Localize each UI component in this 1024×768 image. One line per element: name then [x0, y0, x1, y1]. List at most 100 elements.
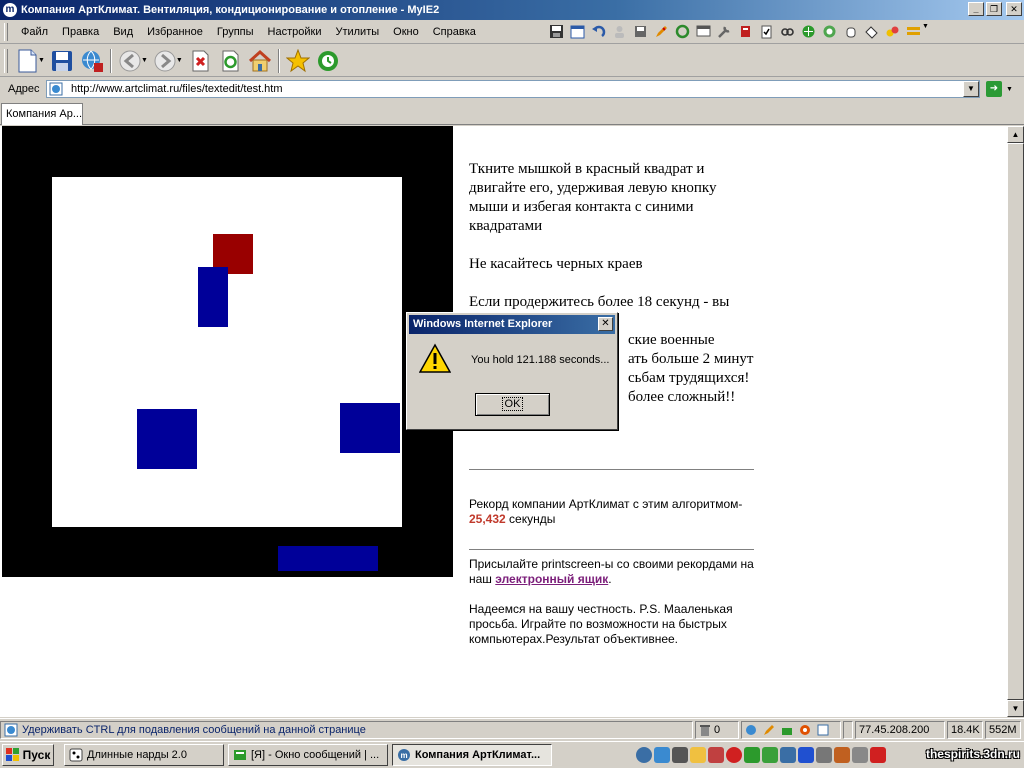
- menu-file[interactable]: Файл: [14, 26, 55, 38]
- folder-icon[interactable]: [690, 747, 706, 763]
- network-icon[interactable]: [745, 724, 757, 736]
- monitor-icon[interactable]: [780, 747, 796, 763]
- ip-cell: 77.45.208.200: [855, 720, 945, 739]
- task-button[interactable]: m Компания АртКлимат...: [392, 744, 552, 766]
- chevron-down-icon[interactable]: ▼: [176, 57, 183, 64]
- menu-groups[interactable]: Группы: [210, 26, 261, 38]
- window-controls: _ ❐ ✕: [968, 2, 1022, 16]
- gear-icon[interactable]: [799, 724, 811, 736]
- popup-blocker-cell[interactable]: 0: [695, 720, 739, 739]
- web-save-button[interactable]: [77, 47, 107, 75]
- pen-icon[interactable]: [763, 724, 775, 736]
- download-icon[interactable]: [781, 724, 793, 736]
- menu-favorites[interactable]: Избранное: [140, 26, 210, 38]
- partial-line: ать больше 2 минут: [628, 351, 754, 367]
- browser-tray-icon[interactable]: [636, 747, 652, 763]
- refresh-button[interactable]: [215, 47, 245, 75]
- pen-icon[interactable]: [653, 23, 670, 40]
- address-input[interactable]: http://www.artclimat.ru/files/textedit/t…: [46, 80, 980, 98]
- email-link[interactable]: электронный ящик: [495, 572, 608, 586]
- speaker-icon[interactable]: [852, 747, 868, 763]
- phone-icon[interactable]: [798, 747, 814, 763]
- dice-icon: [69, 748, 83, 762]
- scroll-down-button[interactable]: ▼: [1007, 700, 1024, 717]
- start-button[interactable]: Пуск: [2, 744, 54, 766]
- save-icon[interactable]: [548, 23, 565, 40]
- network-icon[interactable]: [816, 747, 832, 763]
- address-dropdown-button[interactable]: ▼: [963, 81, 979, 97]
- warning-icon: [419, 343, 451, 373]
- menu-edit[interactable]: Правка: [55, 26, 106, 38]
- window-icon[interactable]: [695, 23, 712, 40]
- book-icon[interactable]: [737, 23, 754, 40]
- undo-icon[interactable]: [590, 23, 607, 40]
- tab-artclimat[interactable]: Компания Ар...: [1, 103, 83, 125]
- close-button[interactable]: ✕: [1006, 2, 1022, 16]
- proxy-icon[interactable]: [800, 23, 817, 40]
- ok-button[interactable]: OK: [475, 393, 550, 416]
- chevron-down-icon[interactable]: ▼: [38, 57, 45, 64]
- toolbar-grip[interactable]: [4, 22, 8, 41]
- record-icon[interactable]: [726, 747, 742, 763]
- chevron-down-icon[interactable]: ▼: [922, 23, 929, 40]
- browser-icon: m: [398, 749, 410, 761]
- partial-line: ские военные: [628, 332, 715, 348]
- app-icon[interactable]: [708, 747, 724, 763]
- disk-icon[interactable]: [632, 23, 649, 40]
- favorites-button[interactable]: [283, 47, 313, 75]
- home-button[interactable]: [245, 47, 275, 75]
- tools-icon[interactable]: [716, 23, 733, 40]
- vertical-scrollbar[interactable]: ▲ ▼: [1007, 126, 1024, 717]
- user-icon[interactable]: [611, 23, 628, 40]
- status-icons: [741, 720, 841, 739]
- link-icon[interactable]: [779, 23, 796, 40]
- dialog-close-button[interactable]: ✕: [598, 317, 613, 331]
- stop-button[interactable]: [185, 47, 215, 75]
- history-button[interactable]: [313, 47, 343, 75]
- scroll-up-button[interactable]: ▲: [1007, 126, 1024, 143]
- check-icon[interactable]: [672, 747, 688, 763]
- task-button[interactable]: [Я] - Окно сообщений | ...: [228, 744, 388, 766]
- eraser-icon[interactable]: [863, 23, 880, 40]
- star-icon: [285, 48, 310, 72]
- hand-icon[interactable]: [842, 23, 859, 40]
- instruction-text: Не касайтесь черных краев: [469, 256, 643, 272]
- colors-icon[interactable]: [884, 23, 901, 40]
- memory-cell: 552M: [985, 720, 1021, 739]
- hope-text: Надеемся на вашу честность. P.S. Маалень…: [469, 602, 733, 646]
- go-button[interactable]: ➜: [986, 81, 1002, 97]
- menu-utilities[interactable]: Утилиты: [328, 26, 386, 38]
- calendar-icon[interactable]: [569, 23, 586, 40]
- chat-icon: [234, 750, 246, 760]
- recycle-icon[interactable]: [674, 23, 691, 40]
- shield-icon[interactable]: [744, 747, 760, 763]
- menu-view[interactable]: Вид: [106, 26, 140, 38]
- scroll-thumb[interactable]: [1007, 143, 1024, 700]
- page-icon: [49, 82, 63, 96]
- send-info: Присылайте printscreen-ы со своими рекор…: [469, 557, 759, 587]
- list-icon[interactable]: [905, 23, 922, 40]
- window-icon[interactable]: [817, 724, 829, 736]
- clipboard-check-icon[interactable]: [758, 23, 775, 40]
- watermark: thespirits.3dn.ru: [925, 747, 1020, 761]
- toolbar-grip[interactable]: [4, 48, 8, 73]
- address-text[interactable]: http://www.artclimat.ru/files/textedit/t…: [71, 83, 963, 95]
- history-icon: [317, 50, 338, 71]
- sync-icon[interactable]: [762, 747, 778, 763]
- separator: [277, 48, 280, 73]
- chevron-down-icon[interactable]: ▼: [1006, 86, 1013, 93]
- menu-help[interactable]: Справка: [426, 26, 483, 38]
- alert-icon[interactable]: [870, 747, 886, 763]
- music-icon[interactable]: [834, 747, 850, 763]
- chevron-down-icon[interactable]: ▼: [141, 57, 148, 64]
- game-border: [2, 126, 453, 577]
- task-button[interactable]: Длинные нарды 2.0: [64, 744, 224, 766]
- minimize-button[interactable]: _: [968, 2, 984, 16]
- restore-button[interactable]: ❐: [986, 2, 1002, 16]
- save-button[interactable]: [47, 47, 77, 75]
- language-icon[interactable]: [654, 747, 670, 763]
- menu-settings[interactable]: Настройки: [261, 26, 329, 38]
- blue-square: [137, 409, 197, 469]
- sync-icon[interactable]: [821, 23, 838, 40]
- menu-window[interactable]: Окно: [386, 26, 426, 38]
